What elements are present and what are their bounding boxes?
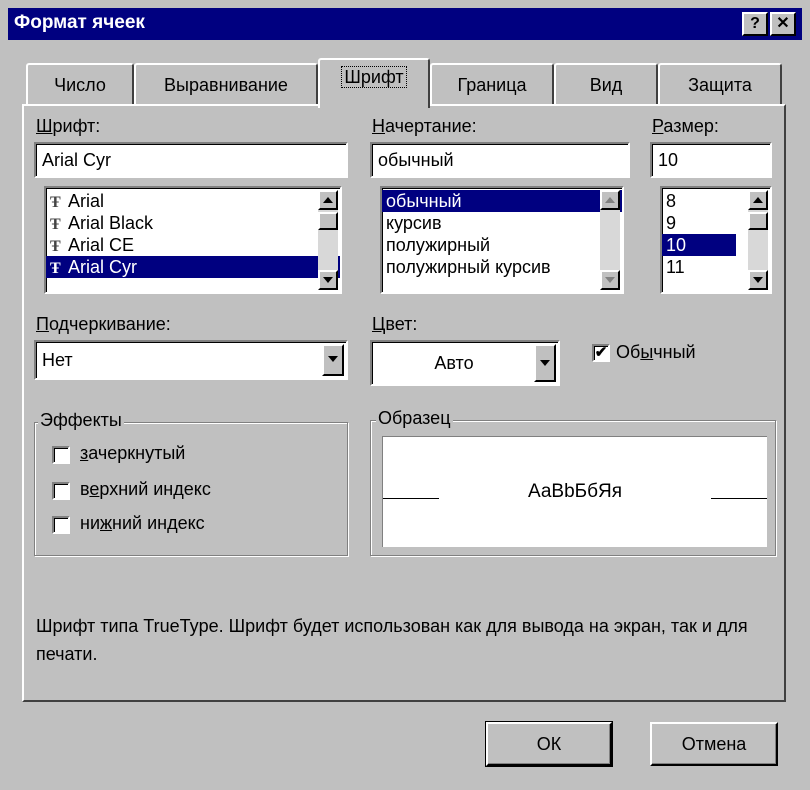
arrow-down-icon	[753, 277, 763, 283]
truetype-icon: Ŧ	[50, 238, 61, 255]
scroll-up-button[interactable]	[600, 190, 620, 210]
cancel-button[interactable]: Отмена	[650, 722, 778, 766]
list-item[interactable]: 10	[662, 234, 736, 256]
size-list-scrollbar[interactable]	[748, 190, 768, 290]
effects-title: Эффекты	[38, 410, 124, 431]
list-item[interactable]: Ŧ Arial CE	[46, 234, 340, 256]
normal-font-label: Обычный	[616, 342, 696, 362]
truetype-icon: Ŧ	[50, 216, 61, 233]
help-button[interactable]: ?	[742, 12, 768, 36]
dropdown-button[interactable]	[534, 344, 556, 382]
tab-alignment[interactable]: Выравнивание	[134, 63, 318, 105]
list-item[interactable]: 11	[662, 256, 736, 278]
scroll-down-button[interactable]	[600, 270, 620, 290]
list-item[interactable]: 9	[662, 212, 736, 234]
window-title: Формат ячеек	[14, 12, 145, 33]
arrow-up-icon	[323, 197, 333, 203]
font-info-text: Шрифт типа TrueType. Шрифт будет использ…	[36, 616, 748, 664]
scroll-thumb[interactable]	[748, 212, 768, 230]
dropdown-button[interactable]	[322, 344, 344, 376]
style-label: Начертание:	[372, 116, 477, 136]
subscript-checkbox[interactable]	[52, 516, 70, 534]
size-list[interactable]: 8 9 10 11	[660, 186, 772, 294]
tab-protection[interactable]: Защита	[658, 63, 782, 105]
list-item[interactable]: 8	[662, 190, 736, 212]
font-list[interactable]: Ŧ Arial Ŧ Arial Black Ŧ Arial CE Ŧ Arial Cyr	[44, 186, 342, 294]
list-item[interactable]: Ŧ Arial Black	[46, 212, 340, 234]
style-list[interactable]: обычный курсив полужирный полужирный кур…	[380, 186, 624, 294]
font-input[interactable]: Arial Cyr	[34, 142, 348, 178]
color-select[interactable]: Авто	[370, 340, 560, 386]
sample-text: АаВbБбЯя	[527, 481, 623, 502]
size-label: Размер:	[652, 116, 719, 136]
arrow-down-icon	[323, 277, 333, 283]
truetype-icon: Ŧ	[50, 194, 61, 211]
size-input[interactable]: 10	[650, 142, 772, 178]
close-icon: ✕	[776, 15, 790, 32]
chevron-down-icon	[540, 360, 550, 366]
title-bar: Формат ячеек ? ✕	[8, 8, 802, 40]
font-label: Шрифт:	[36, 116, 101, 136]
underline-label: Подчеркивание:	[36, 314, 171, 334]
sample-title: Образец	[376, 408, 453, 429]
tab-view[interactable]: Вид	[554, 63, 658, 105]
tab-font[interactable]: Шрифт	[318, 58, 430, 108]
sample-preview: АаВbБбЯя	[382, 436, 767, 547]
strikethrough-label: зачеркнутый	[80, 443, 186, 463]
style-input[interactable]: обычный	[370, 142, 630, 178]
list-item[interactable]: полужирный	[382, 234, 622, 256]
list-item[interactable]: курсив	[382, 212, 622, 234]
scroll-up-button[interactable]	[748, 190, 768, 210]
strikethrough-checkbox[interactable]	[52, 446, 70, 464]
color-label: Цвет:	[372, 314, 418, 334]
scroll-down-button[interactable]	[318, 270, 338, 290]
arrow-up-icon	[753, 197, 763, 203]
scroll-up-button[interactable]	[318, 190, 338, 210]
superscript-label: верхний индекс	[80, 479, 211, 499]
style-list-scrollbar[interactable]	[600, 190, 620, 290]
underline-value: Нет	[42, 350, 73, 370]
chevron-down-icon	[328, 356, 338, 362]
close-button[interactable]: ✕	[770, 12, 796, 36]
tab-border[interactable]: Граница	[430, 63, 554, 105]
scroll-down-button[interactable]	[748, 270, 768, 290]
list-item[interactable]: полужирный курсив	[382, 256, 622, 278]
tab-number[interactable]: Число	[26, 63, 134, 105]
color-value: Авто	[434, 353, 474, 373]
list-item[interactable]: Ŧ Arial Cyr	[46, 256, 340, 278]
arrow-down-icon	[605, 277, 615, 283]
underline-select[interactable]: Нет	[34, 340, 348, 380]
arrow-up-icon	[605, 197, 615, 203]
superscript-checkbox[interactable]	[52, 482, 70, 500]
subscript-label: нижний индекс	[80, 513, 205, 533]
list-item[interactable]: обычный	[382, 190, 622, 212]
list-item[interactable]: Ŧ Arial	[46, 190, 340, 212]
ok-button[interactable]: ОК	[485, 721, 613, 767]
font-list-scrollbar[interactable]	[318, 190, 338, 290]
scroll-thumb[interactable]	[318, 212, 338, 230]
truetype-icon: Ŧ	[50, 260, 61, 277]
normal-font-checkbox[interactable]: ✔	[592, 344, 610, 362]
